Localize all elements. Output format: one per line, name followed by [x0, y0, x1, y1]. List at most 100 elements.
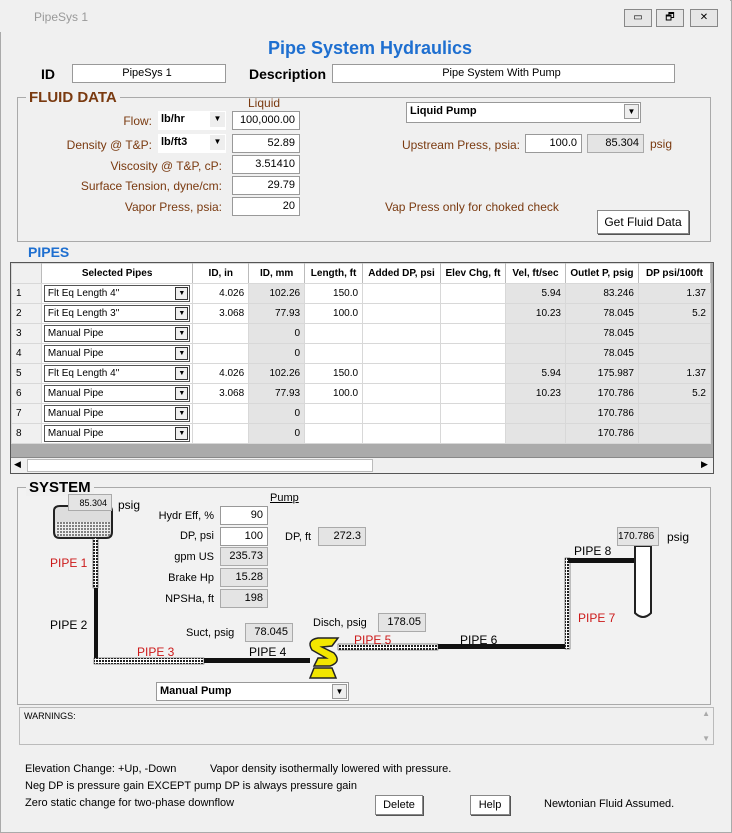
cell-out: 78.045	[564, 303, 639, 324]
pump-type-select[interactable]: Manual Pump ▼	[156, 682, 349, 701]
pipe-select[interactable]: Manual Pipe ▼	[43, 325, 191, 342]
cell-idin[interactable]	[192, 343, 250, 364]
cell-out: 170.786	[564, 423, 639, 444]
pump-icon	[308, 637, 340, 679]
cell-idin[interactable]: 3.068	[192, 303, 250, 324]
cell-adp[interactable]	[362, 363, 442, 384]
table-row: 1 Flt Eq Length 4" ▼ 4.026 102.26 150.0 5.94 83…	[11, 283, 712, 304]
system-diagram	[53, 505, 652, 679]
pipe-select[interactable]: Manual Pipe ▼	[43, 345, 191, 362]
pipe-select[interactable]: Fit Eq Length 3" ▼	[43, 305, 191, 322]
flow-unit-value: lb/hr	[161, 113, 185, 125]
pipe-select[interactable]: Manual Pipe ▼	[43, 425, 191, 442]
cell-adp[interactable]	[362, 283, 442, 304]
horizontal-scrollbar[interactable]: ◀ ▶	[11, 457, 713, 473]
scroll-left-icon[interactable]: ◀	[14, 459, 21, 470]
cell-idmm: 0	[248, 323, 306, 344]
column-header: ID, in	[192, 263, 250, 284]
pipe-select-value: Manual Pipe	[47, 408, 104, 419]
chevron-down-icon: ▼	[332, 684, 347, 699]
flow-field[interactable]: 100,000.00	[232, 111, 300, 130]
id-field[interactable]: PipeSys 1	[72, 64, 226, 83]
pump-dp-field[interactable]: 100	[220, 527, 268, 546]
cell-dp: 5.2	[637, 303, 712, 324]
cell-idin[interactable]	[192, 403, 250, 424]
delete-button[interactable]: Delete	[375, 795, 423, 815]
close-button[interactable]: ✕	[690, 9, 718, 27]
column-header: Outlet P, psig	[564, 263, 639, 284]
description-field[interactable]: Pipe System With Pump	[332, 64, 675, 83]
cell-dp	[637, 343, 712, 364]
newtonian-note: Newtonian Fluid Assumed.	[544, 798, 675, 810]
cell-elev[interactable]	[440, 423, 506, 444]
pipe-select[interactable]: Flt Eq Length 4" ▼	[43, 365, 191, 382]
cell-len[interactable]: 100.0	[304, 303, 364, 324]
flow-unit-select[interactable]: lb/hr ▼	[158, 111, 226, 130]
cell-len[interactable]: 150.0	[304, 363, 364, 384]
pump-type-value: Manual Pump	[160, 685, 232, 697]
row-number: 8	[11, 423, 42, 444]
cell-len[interactable]	[304, 423, 364, 444]
cell-len[interactable]	[304, 403, 364, 424]
cell-adp[interactable]	[362, 423, 442, 444]
cell-len[interactable]	[304, 323, 364, 344]
cell-elev[interactable]	[440, 383, 506, 404]
psig-label: psig	[650, 137, 673, 151]
cell-elev[interactable]	[440, 303, 506, 324]
get-fluid-data-button[interactable]: Get Fluid Data	[597, 210, 689, 234]
viscosity-field[interactable]: 3.51410	[232, 155, 300, 174]
help-button[interactable]: Help	[470, 795, 510, 815]
cell-elev[interactable]	[440, 343, 506, 364]
scrollbar-thumb[interactable]	[27, 459, 373, 472]
cell-idin[interactable]	[192, 423, 250, 444]
pipe-8-label: PIPE 8	[574, 544, 612, 558]
fluid-type-value: Liquid Pump	[410, 105, 477, 117]
cell-len[interactable]: 100.0	[304, 383, 364, 404]
cell-idin[interactable]: 3.068	[192, 383, 250, 404]
cell-dp: 1.37	[637, 363, 712, 384]
pipe-select[interactable]: Manual Pipe ▼	[43, 405, 191, 422]
pipe-2-segment	[94, 588, 98, 662]
warnings-box[interactable]: WARNINGS: ▲ ▼	[19, 707, 714, 745]
scroll-down-icon[interactable]: ▼	[702, 734, 710, 743]
cell-adp[interactable]	[362, 383, 442, 404]
vapor-press-field[interactable]: 20	[232, 197, 300, 216]
cell-idin[interactable]: 4.026	[192, 283, 250, 304]
table-row: 8 Manual Pipe ▼ 0 170.786	[11, 423, 712, 444]
cell-adp[interactable]	[362, 303, 442, 324]
restore-button[interactable]: 🗗	[656, 9, 684, 27]
column-header: DP psi/100ft	[637, 263, 712, 284]
cell-adp[interactable]	[362, 323, 442, 344]
description-label: Description	[249, 66, 327, 82]
hydr-eff-field[interactable]: 90	[220, 506, 268, 525]
cell-elev[interactable]	[440, 403, 506, 424]
fluid-type-select[interactable]: Liquid Pump ▼	[406, 102, 641, 123]
cell-len[interactable]	[304, 343, 364, 364]
cell-elev[interactable]	[440, 283, 506, 304]
cell-idin[interactable]: 4.026	[192, 363, 250, 384]
upstream-psia-field[interactable]: 100.0	[525, 134, 582, 153]
cell-idin[interactable]	[192, 323, 250, 344]
pipe-select[interactable]: Flt Eq Length 4" ▼	[43, 285, 191, 302]
column-header: Length, ft	[304, 263, 364, 284]
cell-adp[interactable]	[362, 343, 442, 364]
minimize-button[interactable]: ▭	[624, 9, 652, 27]
pipe-1-segment	[92, 537, 99, 589]
dest-psig-value: 170.786	[617, 527, 659, 546]
row-number: 1	[11, 283, 42, 304]
scroll-up-icon[interactable]: ▲	[702, 709, 710, 718]
cell-dp	[637, 423, 712, 444]
density-unit-select[interactable]: lb/ft3 ▼	[158, 134, 226, 153]
density-field[interactable]: 52.89	[232, 134, 300, 153]
cell-elev[interactable]	[440, 363, 506, 384]
cell-len[interactable]: 150.0	[304, 283, 364, 304]
cell-elev[interactable]	[440, 323, 506, 344]
surface-tension-field[interactable]: 29.79	[232, 176, 300, 195]
cell-vel: 5.94	[505, 283, 566, 304]
chevron-down-icon: ▼	[175, 367, 189, 380]
scroll-right-icon[interactable]: ▶	[701, 459, 708, 470]
row-number-header	[11, 263, 42, 284]
cell-adp[interactable]	[362, 403, 442, 424]
pipe-select[interactable]: Manual Pipe ▼	[43, 385, 191, 402]
discharge-value: 178.05	[378, 613, 426, 632]
